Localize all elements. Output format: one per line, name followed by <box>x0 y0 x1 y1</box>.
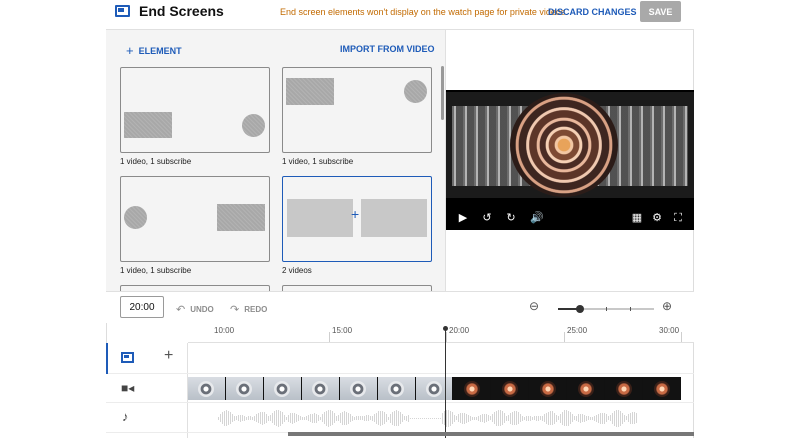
video-element-placeholder <box>286 78 334 105</box>
subscribe-element-placeholder <box>404 80 427 103</box>
video-thumbnail <box>301 377 340 400</box>
zoom-slider-tick <box>606 307 607 311</box>
import-from-video-button[interactable]: IMPORT FROM VIDEO <box>340 44 435 54</box>
undo-label: UNDO <box>190 305 214 314</box>
playhead[interactable] <box>443 326 448 438</box>
timeline-toolbar: ↶ UNDO ↷ REDO ⊖ ⊕ <box>106 291 694 323</box>
ruler-tick-label: 10:00 <box>214 326 235 335</box>
template-label: 2 videos <box>282 266 312 275</box>
video-thumbnail <box>643 377 681 400</box>
template-2-videos[interactable]: + <box>282 176 432 262</box>
discard-changes-button[interactable]: DISCARD CHANGES <box>548 7 637 17</box>
redo-button[interactable]: ↷ REDO <box>230 303 267 316</box>
gear-icon[interactable]: ⚙ <box>649 208 665 228</box>
video-thumbnail <box>529 377 568 400</box>
timeline-ruler[interactable]: 10:00 15:00 20:00 25:00 30:00 <box>188 323 694 343</box>
page-title: End Screens <box>139 3 224 19</box>
ruler-tick-label: 25:00 <box>567 326 588 335</box>
header-bar: End Screens End screen elements won't di… <box>106 0 694 30</box>
video-thumbnail <box>491 377 530 400</box>
video-element-placeholder <box>361 199 427 237</box>
video-element-placeholder <box>287 199 353 237</box>
video-camera-icon: ■◂ <box>121 381 135 395</box>
video-thumbnail <box>453 377 492 400</box>
template-1-video-1-subscribe[interactable] <box>120 176 270 262</box>
undo-button[interactable]: ↶ UNDO <box>176 303 214 316</box>
redo-icon: ↷ <box>230 304 240 316</box>
ruler-tick <box>329 332 330 342</box>
video-thumbnail <box>605 377 644 400</box>
video-thumbnail <box>225 377 264 400</box>
redo-label: REDO <box>244 305 268 314</box>
ruler-tick-label: 20:00 <box>449 326 470 335</box>
template-label: 1 video, 1 subscribe <box>120 266 192 275</box>
zoom-in-icon[interactable]: ⊕ <box>662 299 672 313</box>
subscribe-element-placeholder <box>242 114 265 137</box>
ruler-tick <box>446 332 447 342</box>
template-label: 1 video, 1 subscribe <box>282 157 354 166</box>
template-1-video-1-subscribe[interactable] <box>282 67 432 153</box>
time-input[interactable] <box>120 296 164 318</box>
video-thumbnail <box>339 377 378 400</box>
undo-icon: ↶ <box>176 304 186 316</box>
video-preview[interactable]: ▶ ↺ ↻ 🔊 ▦ ⚙ ⛶ <box>446 90 694 230</box>
zoom-slider-thumb[interactable] <box>576 305 585 313</box>
plus-icon: + <box>126 43 134 58</box>
template-1-video-1-subscribe[interactable] <box>120 67 270 153</box>
video-frame-art <box>510 93 618 197</box>
end-screen-icon <box>115 5 130 17</box>
end-screen-icon <box>121 352 134 363</box>
ruler-tick <box>564 332 565 342</box>
template-label: 1 video, 1 subscribe <box>120 157 192 166</box>
ruler-tick <box>681 332 682 342</box>
preview-frame <box>446 92 694 198</box>
save-button[interactable]: SAVE <box>640 1 681 22</box>
subscribe-element-placeholder <box>124 206 147 229</box>
ruler-tick-label: 15:00 <box>332 326 353 335</box>
video-thumbnail <box>415 377 454 400</box>
video-thumbnail <box>377 377 416 400</box>
add-element-button[interactable]: + ELEMENT <box>126 43 182 58</box>
rewind-icon[interactable]: ↺ <box>479 208 495 228</box>
music-note-icon: ♪ <box>122 409 129 424</box>
active-track-indicator <box>106 343 108 374</box>
player-controls: ▶ ↺ ↻ 🔊 ▦ ⚙ ⛶ <box>446 208 694 228</box>
fullscreen-icon[interactable]: ⛶ <box>670 208 686 228</box>
video-element-placeholder <box>217 204 265 231</box>
element-templates-panel: + ELEMENT IMPORT FROM VIDEO 1 video, 1 su… <box>106 30 446 291</box>
add-element-label: ELEMENT <box>138 46 182 56</box>
video-thumbnail <box>567 377 606 400</box>
end-screen-track[interactable]: + <box>106 343 694 374</box>
zoom-out-icon[interactable]: ⊖ <box>529 299 539 313</box>
video-thumbnail <box>188 377 226 400</box>
plus-icon: + <box>351 206 360 222</box>
audio-waveform <box>218 407 638 429</box>
zoom-slider-tick <box>630 307 631 311</box>
volume-icon[interactable]: 🔊 <box>529 208 545 228</box>
plus-icon[interactable]: + <box>164 347 173 365</box>
video-thumbnail <box>263 377 302 400</box>
private-video-notice: End screen elements won't display on the… <box>280 7 568 17</box>
forward-icon[interactable]: ↻ <box>503 208 519 228</box>
ruler-tick-label: 30:00 <box>659 326 680 335</box>
video-thumbnail-strip[interactable] <box>188 377 681 400</box>
grid-icon[interactable]: ▦ <box>629 208 645 228</box>
video-element-placeholder <box>124 112 172 138</box>
play-icon[interactable]: ▶ <box>455 208 471 228</box>
zoom-slider[interactable] <box>558 305 654 313</box>
panel-scrollbar[interactable] <box>441 66 444 120</box>
timeline-scrollbar[interactable] <box>288 432 694 436</box>
